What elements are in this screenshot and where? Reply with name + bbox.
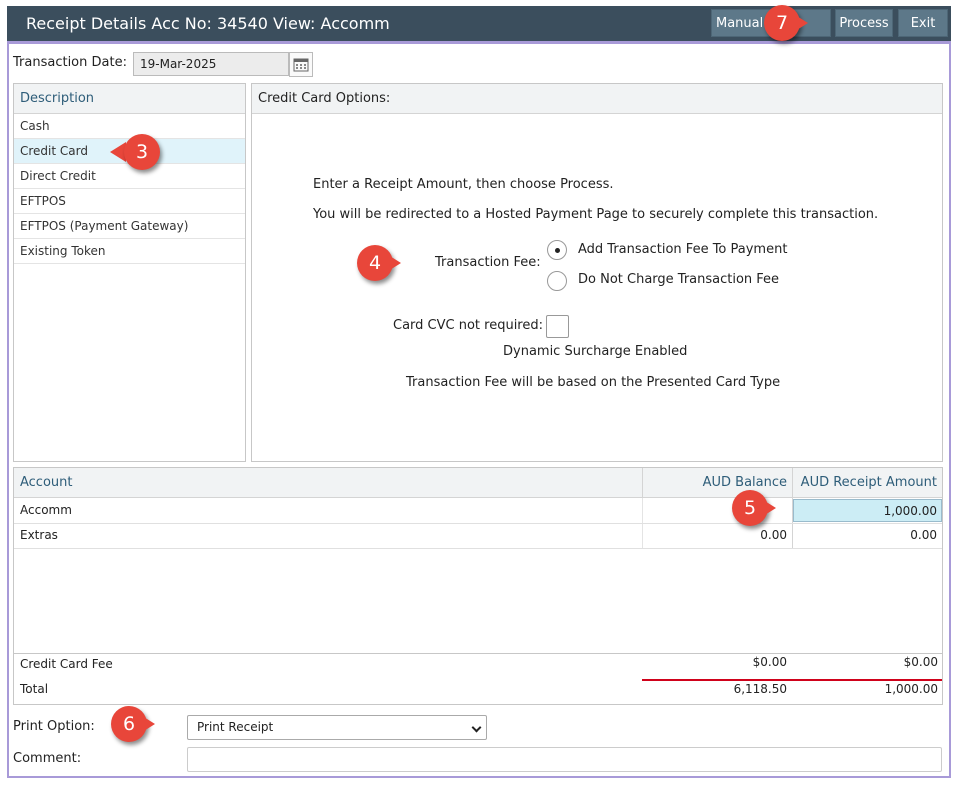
credit-card-fee-balance: $0.00 bbox=[752, 655, 787, 669]
radio-add-fee-label[interactable]: Add Transaction Fee To Payment bbox=[578, 242, 787, 257]
callout-7-number: 7 bbox=[775, 12, 789, 34]
window-titlebar: Receipt Details Acc No: 34540 View: Acco… bbox=[7, 6, 951, 44]
surcharge-text: Dynamic Surcharge Enabled bbox=[503, 344, 688, 359]
window-title: Receipt Details Acc No: 34540 View: Acco… bbox=[26, 14, 390, 33]
callout-5-number: 5 bbox=[743, 497, 757, 519]
print-option-value: Print Receipt bbox=[197, 720, 274, 734]
accounts-grid: Account AUD Balance AUD Receipt Amount A… bbox=[13, 467, 943, 705]
comment-label: Comment: bbox=[13, 751, 82, 766]
transaction-fee-label: Transaction Fee: bbox=[435, 255, 541, 270]
print-option-select[interactable]: Print Receipt bbox=[187, 715, 487, 740]
callout-5: 5 bbox=[732, 490, 776, 526]
comment-input[interactable] bbox=[187, 747, 942, 772]
row-extras-account: Extras bbox=[20, 528, 58, 542]
list-item-eftpos[interactable]: EFTPOS bbox=[14, 189, 245, 214]
transaction-date-label: Transaction Date: bbox=[13, 55, 127, 70]
row-accomm-receipt-input[interactable]: 1,000.00 bbox=[793, 499, 942, 522]
cvc-checkbox[interactable] bbox=[546, 315, 569, 338]
fee-note-text: Transaction Fee will be based on the Pre… bbox=[406, 375, 781, 390]
print-option-label: Print Option: bbox=[13, 719, 95, 734]
total-label: Total bbox=[20, 682, 49, 696]
radio-selected-dot bbox=[555, 248, 560, 253]
list-item-existing-token[interactable]: Existing Token bbox=[14, 239, 245, 264]
row-divider bbox=[14, 548, 942, 549]
calendar-button[interactable] bbox=[289, 52, 313, 77]
transaction-date-field[interactable]: 19-Mar-2025 bbox=[133, 52, 289, 76]
process-button[interactable]: Process bbox=[835, 9, 893, 37]
row-extras-balance: 0.00 bbox=[760, 528, 787, 542]
radio-no-fee-label[interactable]: Do Not Charge Transaction Fee bbox=[578, 272, 779, 287]
credit-card-fee-label: Credit Card Fee bbox=[20, 657, 113, 671]
callout-3-number: 3 bbox=[135, 141, 149, 163]
callout-4: 4 bbox=[357, 245, 401, 281]
total-receipt: 1,000.00 bbox=[884, 682, 938, 696]
callout-3: 3 bbox=[110, 134, 168, 170]
callout-6-number: 6 bbox=[122, 713, 136, 735]
chevron-down-icon bbox=[471, 722, 482, 733]
instruction-line-1: Enter a Receipt Amount, then choose Proc… bbox=[313, 177, 614, 192]
credit-card-fee-receipt: $0.00 bbox=[903, 655, 938, 669]
radio-no-fee[interactable] bbox=[547, 271, 567, 291]
callout-4-number: 4 bbox=[368, 252, 382, 274]
row-extras-receipt-input[interactable]: 0.00 bbox=[793, 523, 942, 548]
calendar-icon bbox=[293, 58, 309, 72]
description-header: Description bbox=[14, 84, 245, 114]
column-header-receipt: AUD Receipt Amount bbox=[792, 468, 942, 498]
credit-card-options-header: Credit Card Options: bbox=[252, 84, 942, 114]
exit-button[interactable]: Exit bbox=[898, 9, 948, 37]
row-accomm-account: Accomm bbox=[20, 503, 72, 517]
radio-add-fee[interactable] bbox=[547, 240, 567, 260]
column-divider bbox=[642, 468, 643, 498]
total-balance: 6,118.50 bbox=[733, 682, 787, 696]
cvc-label: Card CVC not required: bbox=[393, 318, 543, 333]
list-item-eftpos-gateway[interactable]: EFTPOS (Payment Gateway) bbox=[14, 214, 245, 239]
callout-7: 7 bbox=[764, 5, 808, 41]
callout-6: 6 bbox=[111, 706, 155, 742]
column-header-account: Account bbox=[14, 468, 642, 498]
instruction-line-2: You will be redirected to a Hosted Payme… bbox=[313, 207, 879, 222]
